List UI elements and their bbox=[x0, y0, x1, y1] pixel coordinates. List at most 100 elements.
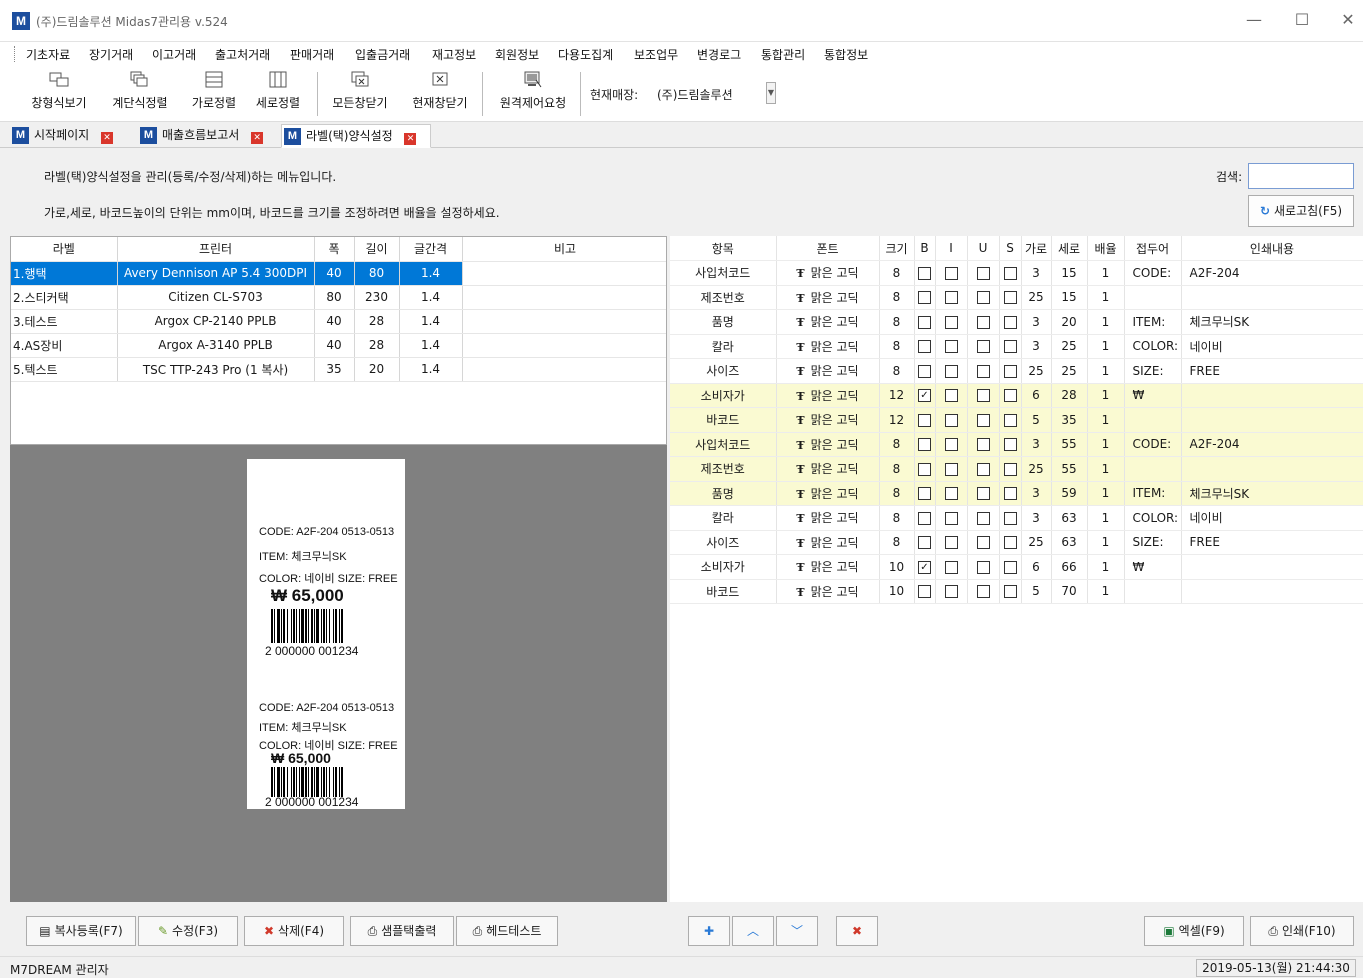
content-cell[interactable] bbox=[1181, 285, 1363, 310]
column-header-width[interactable]: 폭 bbox=[314, 237, 355, 262]
style-checkbox[interactable] bbox=[944, 291, 958, 305]
y-cell[interactable]: 20 bbox=[1051, 309, 1088, 335]
style-checkbox[interactable] bbox=[944, 315, 958, 329]
style-s-cell[interactable] bbox=[999, 579, 1022, 604]
style-checkbox[interactable] bbox=[976, 462, 990, 476]
menu-shipping[interactable]: 출고처거래 bbox=[215, 46, 270, 63]
scale-cell[interactable]: 1 bbox=[1087, 260, 1125, 286]
refresh-button[interactable]: ↻ 새로고침(F5) bbox=[1248, 195, 1354, 227]
style-checkbox[interactable] bbox=[944, 560, 958, 574]
move-down-button[interactable]: ﹀ bbox=[776, 916, 818, 946]
style-u-cell[interactable] bbox=[967, 285, 1000, 310]
prefix-cell[interactable]: ₩ bbox=[1124, 554, 1182, 580]
x-cell[interactable]: 3 bbox=[1021, 309, 1052, 335]
scale-cell[interactable]: 1 bbox=[1087, 309, 1125, 335]
item-name-cell[interactable]: 바코드 bbox=[670, 407, 777, 433]
tool-tile-vertical[interactable]: 세로정렬 bbox=[250, 70, 306, 111]
style-s-cell[interactable] bbox=[999, 554, 1022, 580]
menu-cash[interactable]: 입출금거래 bbox=[355, 46, 410, 63]
style-i-cell[interactable] bbox=[935, 432, 968, 457]
prefix-cell[interactable]: ITEM: bbox=[1124, 309, 1182, 335]
column-header-size[interactable]: 크기 bbox=[879, 236, 915, 261]
scale-cell[interactable]: 1 bbox=[1087, 407, 1125, 433]
style-checkbox[interactable] bbox=[1003, 560, 1017, 574]
item-row[interactable]: 품명 Ŧ 맑은 고딕 8 3 59 1 ITEM: 체크무늬SK bbox=[670, 481, 1363, 506]
spacing-cell[interactable]: 1.4 bbox=[399, 333, 463, 358]
style-i-cell[interactable] bbox=[935, 334, 968, 359]
style-i-cell[interactable] bbox=[935, 285, 968, 310]
item-name-cell[interactable]: 사이즈 bbox=[670, 530, 777, 555]
style-b-cell[interactable] bbox=[914, 505, 936, 531]
scale-cell[interactable]: 1 bbox=[1087, 456, 1125, 482]
tool-window-view[interactable]: 창형식보기 bbox=[26, 70, 92, 111]
item-name-cell[interactable]: 사이즈 bbox=[670, 358, 777, 384]
size-cell[interactable]: 12 bbox=[879, 407, 915, 433]
menu-changelog[interactable]: 변경로그 bbox=[697, 46, 741, 63]
prefix-cell[interactable]: SIZE: bbox=[1124, 358, 1182, 384]
style-s-cell[interactable] bbox=[999, 309, 1022, 335]
column-header-y[interactable]: 세로 bbox=[1051, 236, 1088, 261]
add-row-button[interactable]: ✚ bbox=[688, 916, 730, 946]
prefix-cell[interactable]: ₩ bbox=[1124, 383, 1182, 408]
tab-sales-flow-report[interactable]: M 매출흐름보고서 ✕ bbox=[138, 124, 274, 148]
style-checkbox[interactable] bbox=[976, 364, 990, 378]
content-cell[interactable] bbox=[1181, 579, 1363, 604]
style-checkbox[interactable] bbox=[976, 438, 990, 452]
content-cell[interactable] bbox=[1181, 554, 1363, 580]
prefix-cell[interactable]: SIZE: bbox=[1124, 530, 1182, 555]
content-cell[interactable]: A2F-204 bbox=[1181, 432, 1363, 457]
content-cell[interactable] bbox=[1181, 407, 1363, 433]
item-name-cell[interactable]: 사입처코드 bbox=[670, 432, 777, 457]
size-cell[interactable]: 8 bbox=[879, 309, 915, 335]
x-cell[interactable]: 25 bbox=[1021, 285, 1052, 310]
item-row[interactable]: 칼라 Ŧ 맑은 고딕 8 3 25 1 COLOR: 네이비 bbox=[670, 334, 1363, 359]
style-i-cell[interactable] bbox=[935, 383, 968, 408]
style-b-cell[interactable] bbox=[914, 260, 936, 286]
label-name-cell[interactable]: 5.텍스트 bbox=[11, 357, 118, 382]
style-checkbox[interactable] bbox=[944, 389, 958, 403]
font-cell[interactable]: Ŧ 맑은 고딕 bbox=[776, 334, 880, 359]
column-header-length[interactable]: 길이 bbox=[354, 237, 400, 262]
style-s-cell[interactable] bbox=[999, 505, 1022, 531]
style-s-cell[interactable] bbox=[999, 530, 1022, 555]
print-button[interactable]: ⎙ 인쇄(F10) bbox=[1250, 916, 1354, 946]
style-checkbox[interactable] bbox=[918, 413, 931, 427]
style-checkbox[interactable] bbox=[1003, 315, 1017, 329]
y-cell[interactable]: 63 bbox=[1051, 530, 1088, 555]
store-dropdown-button[interactable]: ▼ bbox=[766, 82, 776, 104]
style-checkbox[interactable] bbox=[944, 413, 958, 427]
style-i-cell[interactable] bbox=[935, 260, 968, 286]
item-name-cell[interactable]: 제조번호 bbox=[670, 285, 777, 310]
prefix-cell[interactable] bbox=[1124, 407, 1182, 433]
style-checkbox[interactable] bbox=[944, 487, 958, 501]
prefix-cell[interactable]: CODE: bbox=[1124, 260, 1182, 286]
font-cell[interactable]: Ŧ 맑은 고딕 bbox=[776, 505, 880, 531]
style-s-cell[interactable] bbox=[999, 285, 1022, 310]
x-cell[interactable]: 25 bbox=[1021, 530, 1052, 555]
tab-close-icon[interactable]: ✕ bbox=[251, 132, 264, 144]
x-cell[interactable]: 3 bbox=[1021, 505, 1052, 531]
delete-button[interactable]: ✖ 삭제(F4) bbox=[244, 916, 344, 946]
note-cell[interactable] bbox=[462, 357, 666, 382]
content-cell[interactable]: FREE bbox=[1181, 530, 1363, 555]
style-i-cell[interactable] bbox=[935, 456, 968, 482]
font-cell[interactable]: Ŧ 맑은 고딕 bbox=[776, 579, 880, 604]
width-cell[interactable]: 40 bbox=[314, 309, 355, 334]
scale-cell[interactable]: 1 bbox=[1087, 530, 1125, 555]
style-checkbox[interactable] bbox=[918, 315, 931, 329]
menu-sales[interactable]: 판매거래 bbox=[290, 46, 334, 63]
style-checkbox[interactable] bbox=[976, 413, 990, 427]
scale-cell[interactable]: 1 bbox=[1087, 334, 1125, 359]
column-header-italic[interactable]: I bbox=[935, 236, 968, 261]
size-cell[interactable]: 8 bbox=[879, 481, 915, 506]
item-row[interactable]: 사입처코드 Ŧ 맑은 고딕 8 3 15 1 CODE: A2F-204 bbox=[670, 260, 1363, 286]
style-i-cell[interactable] bbox=[935, 309, 968, 335]
prefix-cell[interactable]: ITEM: bbox=[1124, 481, 1182, 506]
style-checkbox[interactable] bbox=[944, 536, 958, 550]
column-header-content[interactable]: 인쇄내용 bbox=[1181, 236, 1363, 261]
printer-cell[interactable]: TSC TTP-243 Pro (1 복사) bbox=[117, 357, 315, 382]
item-name-cell[interactable]: 품명 bbox=[670, 309, 777, 335]
maximize-button[interactable]: ☐ bbox=[1288, 8, 1316, 32]
style-checkbox[interactable] bbox=[918, 585, 931, 599]
menu-inventory[interactable]: 재고정보 bbox=[432, 46, 476, 63]
